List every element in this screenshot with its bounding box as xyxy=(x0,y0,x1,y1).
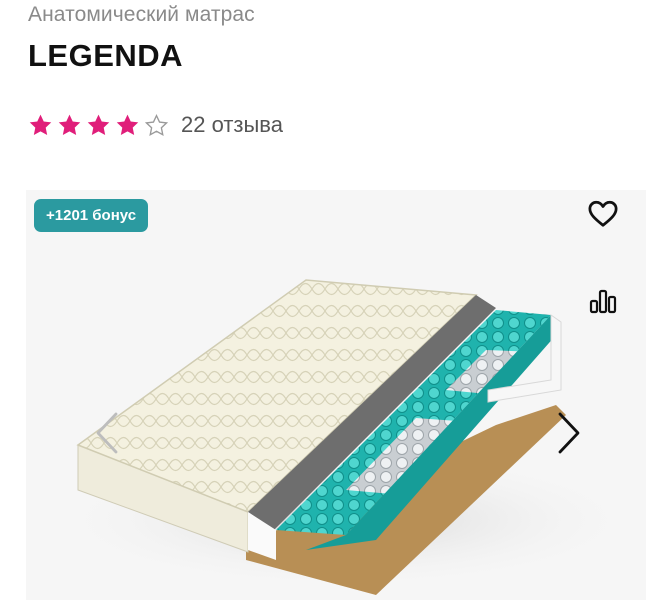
compare-chart-icon[interactable] xyxy=(589,288,617,314)
star-filled-icon xyxy=(87,114,110,135)
chevron-right-icon[interactable] xyxy=(556,411,582,455)
mattress-cutaway-image xyxy=(46,279,646,595)
product-title: LEGENDA xyxy=(28,38,184,73)
chevron-left-icon[interactable] xyxy=(94,411,120,455)
reviews-count[interactable]: 22 отзыва xyxy=(181,112,283,138)
heart-icon[interactable] xyxy=(588,200,618,228)
product-category: Анатомический матрас xyxy=(28,3,255,26)
bonus-badge: +1201 бонус xyxy=(34,199,149,232)
star-empty-icon xyxy=(144,113,169,136)
star-filled-icon xyxy=(29,114,52,135)
star-filled-icon xyxy=(116,114,139,135)
rating-row[interactable]: 22 отзыва xyxy=(28,112,283,138)
star-filled-icon xyxy=(58,114,81,135)
